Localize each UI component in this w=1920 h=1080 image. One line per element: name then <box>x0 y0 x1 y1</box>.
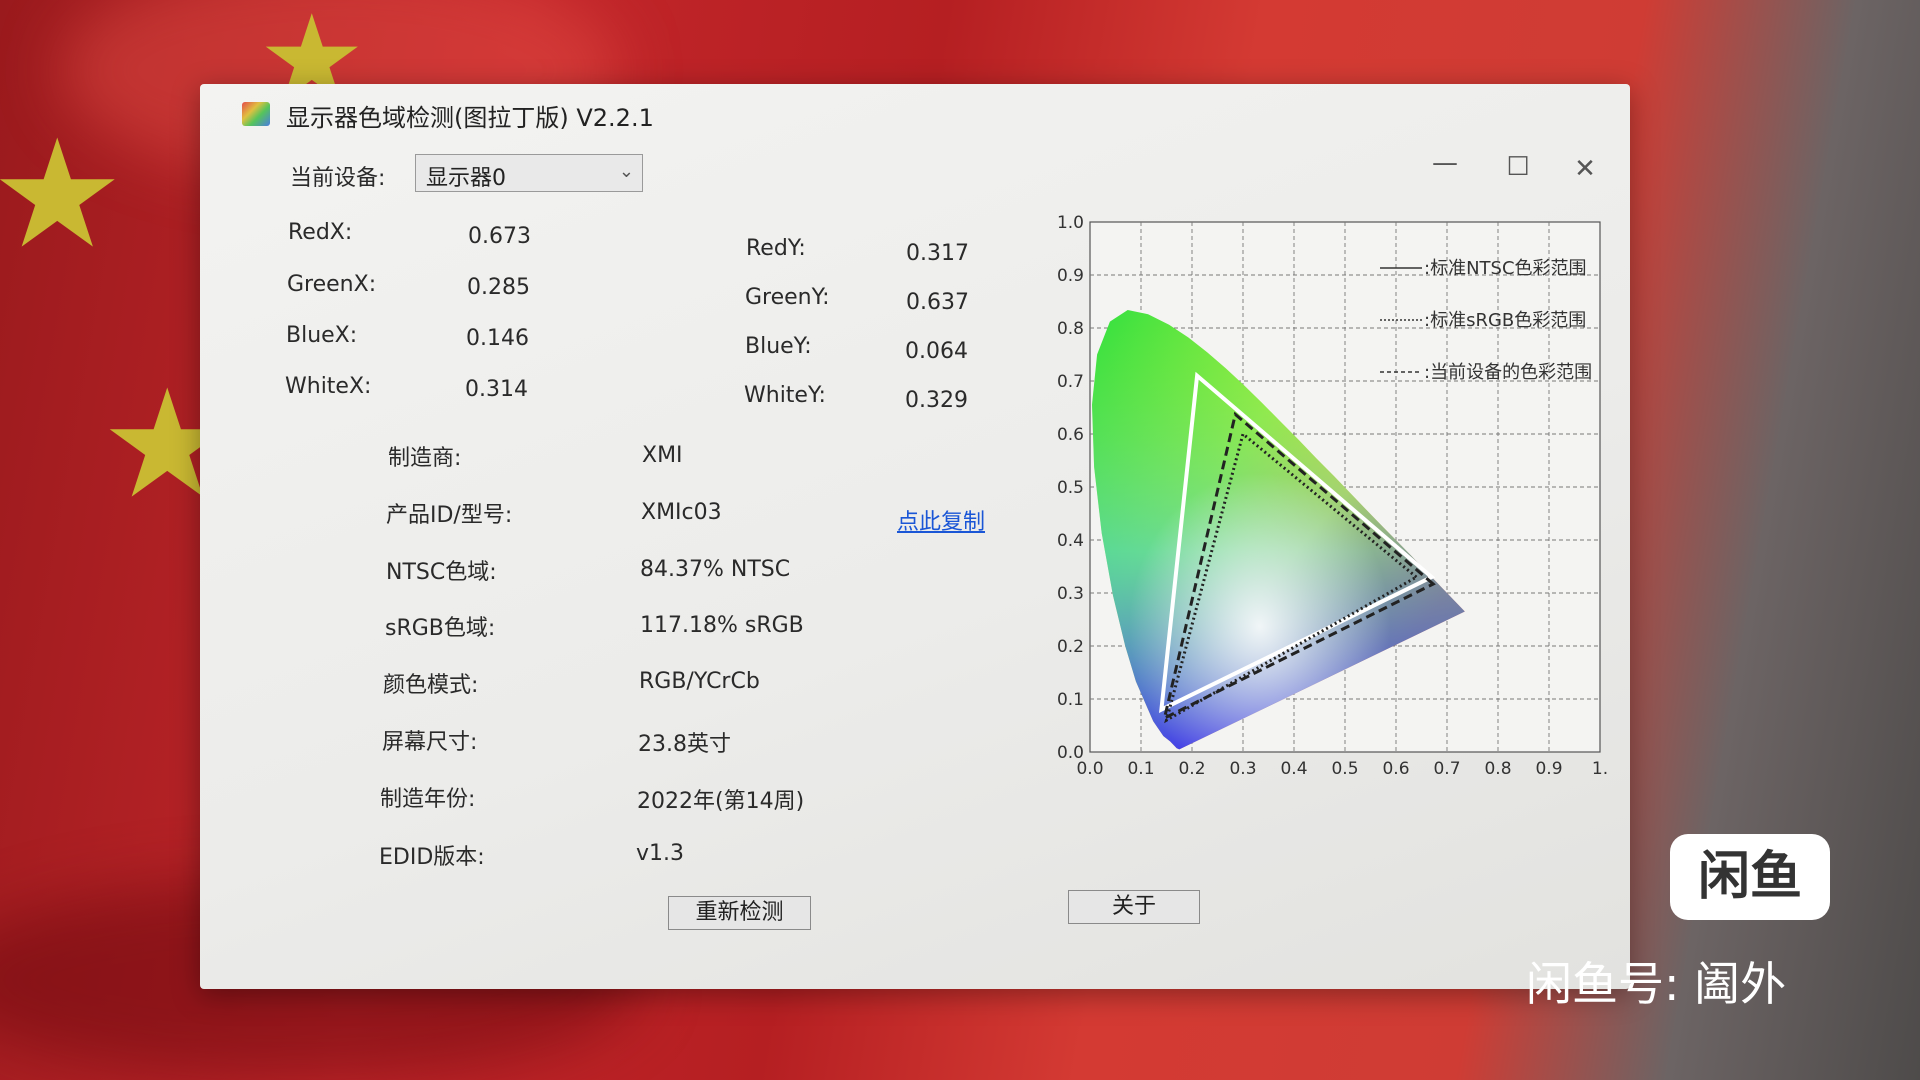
edid-value: v1.3 <box>636 841 685 866</box>
chevron-down-icon: ⌄ <box>618 161 634 182</box>
year-label: 制造年份: <box>380 787 476 812</box>
x-tick-label: 0.9 <box>1535 759 1562 779</box>
title-bar: 显示器色域检测(图拉丁版) V2.2.1 <box>200 84 1630 154</box>
year-value: 2022年(第14周) <box>637 789 805 814</box>
copy-link[interactable]: 点此复制 <box>897 504 985 536</box>
ntsc-value: 84.37% NTSC <box>640 557 791 582</box>
xianyu-logo: 闲鱼 <box>1670 834 1830 920</box>
cie-chart: 0.0 0.1 0.2 0.3 0.4 0.5 0.6 0.7 0.8 0.9 1.0.00.10.… <box>1057 213 1608 779</box>
y-tick-label: 0.1 <box>1057 690 1084 710</box>
legend-label: :标准NTSC色彩范围 <box>1424 258 1587 279</box>
close-button[interactable]: ✕ <box>1565 154 1605 184</box>
color-mode-label: 颜色模式: <box>383 673 479 698</box>
screen-size-value: 23.8英寸 <box>638 732 731 757</box>
minimize-button[interactable]: — <box>1425 148 1465 178</box>
maximize-button[interactable]: ☐ <box>1498 152 1538 182</box>
device-select[interactable]: 显示器0 ⌄ <box>415 154 643 192</box>
red-y-value: 0.317 <box>906 241 969 266</box>
x-tick-label: 0.8 <box>1484 759 1511 779</box>
x-tick-label: 0.7 <box>1433 759 1460 779</box>
app-window: 显示器色域检测(图拉丁版) V2.2.1 — ☐ ✕ 当前设备: 显示器0 ⌄ … <box>200 84 1630 989</box>
x-tick-label: 0.2 <box>1178 759 1205 779</box>
x-tick-label: 1. <box>1592 759 1608 779</box>
x-tick-label: 0.3 <box>1229 759 1256 779</box>
white-x-label: WhiteX: <box>285 374 372 399</box>
white-y-value: 0.329 <box>905 388 968 413</box>
x-tick-label: 0.4 <box>1280 759 1307 779</box>
y-tick-label: 0.0 <box>1057 743 1084 763</box>
green-y-value: 0.637 <box>906 290 969 315</box>
watermark-text: 闲鱼号: 阖外 <box>1526 957 1787 1011</box>
manufacturer-label: 制造商: <box>388 446 462 471</box>
green-x-value: 0.285 <box>467 275 530 300</box>
device-select-value: 显示器0 <box>426 166 506 191</box>
white-x-value: 0.314 <box>465 377 528 402</box>
srgb-value: 117.18% sRGB <box>640 613 804 638</box>
x-tick-label: 0.1 <box>1127 759 1154 779</box>
manufacturer-value: XMI <box>642 443 683 468</box>
window-title: 显示器色域检测(图拉丁版) V2.2.1 <box>286 104 654 132</box>
device-label: 当前设备: <box>290 166 386 191</box>
red-y-label: RedY: <box>746 236 806 261</box>
app-icon <box>242 102 270 126</box>
legend-label: :标准sRGB色彩范围 <box>1424 310 1586 331</box>
legend-label: :当前设备的色彩范围 <box>1424 362 1592 383</box>
ntsc-label: NTSC色域: <box>386 560 497 585</box>
product-value: XMIc03 <box>641 500 722 525</box>
screen-size-label: 屏幕尺寸: <box>382 730 478 755</box>
y-tick-label: 0.6 <box>1057 425 1084 445</box>
y-tick-label: 0.2 <box>1057 637 1084 657</box>
y-tick-label: 0.9 <box>1057 266 1084 286</box>
x-tick-label: 0.5 <box>1331 759 1358 779</box>
x-tick-label: 0.6 <box>1382 759 1409 779</box>
green-y-label: GreenY: <box>745 285 830 310</box>
y-tick-label: 0.7 <box>1057 372 1084 392</box>
y-tick-label: 1.0 <box>1057 213 1084 233</box>
red-x-label: RedX: <box>288 220 353 245</box>
green-x-label: GreenX: <box>287 272 377 297</box>
blue-x-value: 0.146 <box>466 326 529 351</box>
y-tick-label: 0.5 <box>1057 478 1084 498</box>
srgb-label: sRGB色域: <box>385 616 496 641</box>
blue-y-label: BlueY: <box>745 334 812 359</box>
white-y-label: WhiteY: <box>744 383 826 408</box>
color-mode-value: RGB/YCrCb <box>639 669 760 694</box>
y-tick-label: 0.8 <box>1057 319 1084 339</box>
red-x-value: 0.673 <box>468 224 531 249</box>
blue-x-label: BlueX: <box>286 323 358 348</box>
blue-y-value: 0.064 <box>905 339 968 364</box>
edid-label: EDID版本: <box>379 845 485 870</box>
about-button[interactable]: 关于 <box>1068 890 1200 924</box>
redetect-button[interactable]: 重新检测 <box>668 896 811 930</box>
flag-star-icon: ★ <box>0 108 125 282</box>
y-tick-label: 0.3 <box>1057 584 1084 604</box>
product-label: 产品ID/型号: <box>386 503 513 528</box>
y-tick-label: 0.4 <box>1057 531 1084 551</box>
